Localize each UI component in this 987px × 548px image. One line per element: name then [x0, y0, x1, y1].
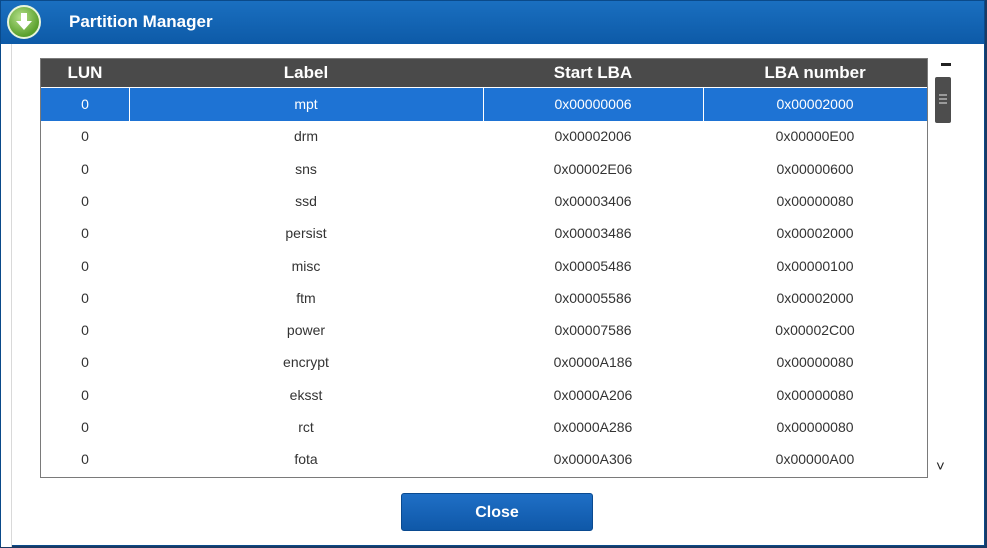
cell-lba-number: 0x00000080	[776, 419, 854, 435]
cell-lba-number: 0x00002C00	[775, 322, 855, 339]
cell-lba-number: 0x00000080	[776, 192, 854, 209]
cell-lun: 0	[81, 128, 89, 145]
cell-lun: 0	[81, 225, 89, 242]
cell-lba-number: 0x00000E00	[775, 128, 855, 145]
cell-label: persist	[285, 225, 327, 242]
scrollbar-thumb[interactable]	[935, 77, 951, 123]
column-header-label[interactable]: Label	[129, 63, 483, 83]
table-row[interactable]: 0 persist 0x00003486 0x00002000	[41, 217, 927, 250]
cell-lun: 0	[81, 451, 89, 468]
cell-lun: 0	[81, 322, 89, 339]
table-header: LUN Label Start LBA LBA number	[41, 59, 927, 87]
table-row[interactable]: 0 encrypt 0x0000A186 0x00000080	[41, 346, 927, 379]
scrollbar-grip	[939, 94, 947, 96]
cell-start-lba: 0x00003486	[554, 225, 632, 242]
table-row[interactable]: 0 ssd 0x00003406 0x00000080	[41, 185, 927, 218]
cell-start-lba: 0x00005586	[554, 289, 632, 306]
partition-table: LUN Label Start LBA LBA number 0 mpt 0x000…	[40, 58, 928, 478]
cell-start-lba: 0x0000A206	[553, 386, 633, 403]
cell-separator	[703, 88, 704, 121]
scrollbar-top-cap	[941, 63, 951, 66]
cell-lun: 0	[81, 192, 89, 209]
cell-label: fota	[294, 451, 318, 468]
table-row[interactable]: 0 sns 0x00002E06 0x00000600	[41, 153, 927, 186]
cell-start-lba: 0x00002006	[554, 128, 632, 145]
table-row[interactable]: 0 power 0x00007586 0x00002C00	[41, 314, 927, 347]
cell-lun: 0	[81, 160, 89, 177]
cell-label: rct	[298, 419, 314, 435]
scroll-down-icon[interactable]: ˅	[936, 458, 945, 475]
cell-lun: 0	[81, 257, 89, 274]
cell-lba-number: 0x00000100	[776, 257, 854, 274]
cell-label: misc	[291, 257, 321, 274]
cell-label: ssd	[295, 192, 317, 209]
scrollbar-grip	[939, 98, 947, 100]
cell-lun: 0	[81, 386, 89, 403]
cell-start-lba: 0x00007586	[554, 322, 632, 339]
column-header-lun[interactable]: LUN	[41, 63, 129, 83]
cell-lba-number: 0x00000600	[776, 160, 854, 177]
cell-lba-number: 0x00002000	[776, 225, 854, 242]
close-button[interactable]: Close	[401, 493, 593, 531]
cell-label: drm	[293, 128, 319, 145]
cell-start-lba: 0x0000A186	[553, 354, 633, 371]
cell-lba-number: 0x00002000	[776, 289, 854, 306]
download-arrow-icon	[7, 5, 41, 39]
table-row[interactable]: 0 drm 0x00002006 0x00000E00	[41, 120, 927, 153]
partition-manager-window: Partition Manager LUN Label Start LBA LB…	[0, 0, 985, 547]
window-title: Partition Manager	[69, 12, 213, 31]
cell-lba-number: 0x00000080	[776, 386, 854, 403]
table-row[interactable]: 0 rct 0x0000A286 0x00000080	[41, 411, 927, 444]
column-header-start-lba[interactable]: Start LBA	[483, 63, 703, 83]
cell-lba-number: 0x00000A00	[775, 451, 855, 468]
table-row[interactable]: 0 fota 0x0000A306 0x00000A00	[41, 443, 927, 476]
table-row[interactable]: 0 eksst 0x0000A206 0x00000080	[41, 379, 927, 412]
cell-label: sns	[295, 160, 317, 177]
cell-start-lba: 0x0000A286	[553, 419, 633, 435]
cell-start-lba: 0x0000A306	[553, 451, 633, 468]
cell-lba-number: 0x00002000	[776, 96, 854, 112]
cell-label: eksst	[289, 386, 323, 403]
table-row[interactable]: 0 ftm 0x00005586 0x00002000	[41, 282, 927, 315]
cell-lun: 0	[81, 289, 89, 306]
cell-lba-number: 0x00000080	[776, 354, 854, 371]
cell-start-lba: 0x00003406	[554, 192, 632, 209]
scrollbar-grip	[939, 102, 947, 104]
cell-start-lba: 0x00002E06	[553, 160, 633, 177]
cell-lun: 0	[81, 419, 89, 435]
cell-separator	[129, 88, 130, 121]
table-row[interactable]: 0 misc 0x00005486 0x00000100	[41, 250, 927, 283]
column-header-lba-number[interactable]: LBA number	[703, 63, 927, 83]
window-left-edge	[1, 44, 12, 547]
cell-label: ftm	[296, 289, 316, 306]
cell-label: power	[286, 322, 326, 339]
cell-start-lba: 0x00000006	[554, 96, 632, 112]
cell-label: mpt	[294, 96, 318, 112]
cell-separator	[483, 88, 484, 121]
table-row[interactable]: 0 mpt 0x00000006 0x00002000	[41, 88, 927, 121]
cell-start-lba: 0x00005486	[554, 257, 632, 274]
title-bar: Partition Manager	[1, 1, 984, 44]
cell-lun: 0	[81, 354, 89, 371]
cell-label: encrypt	[283, 354, 329, 371]
cell-lun: 0	[81, 96, 89, 112]
